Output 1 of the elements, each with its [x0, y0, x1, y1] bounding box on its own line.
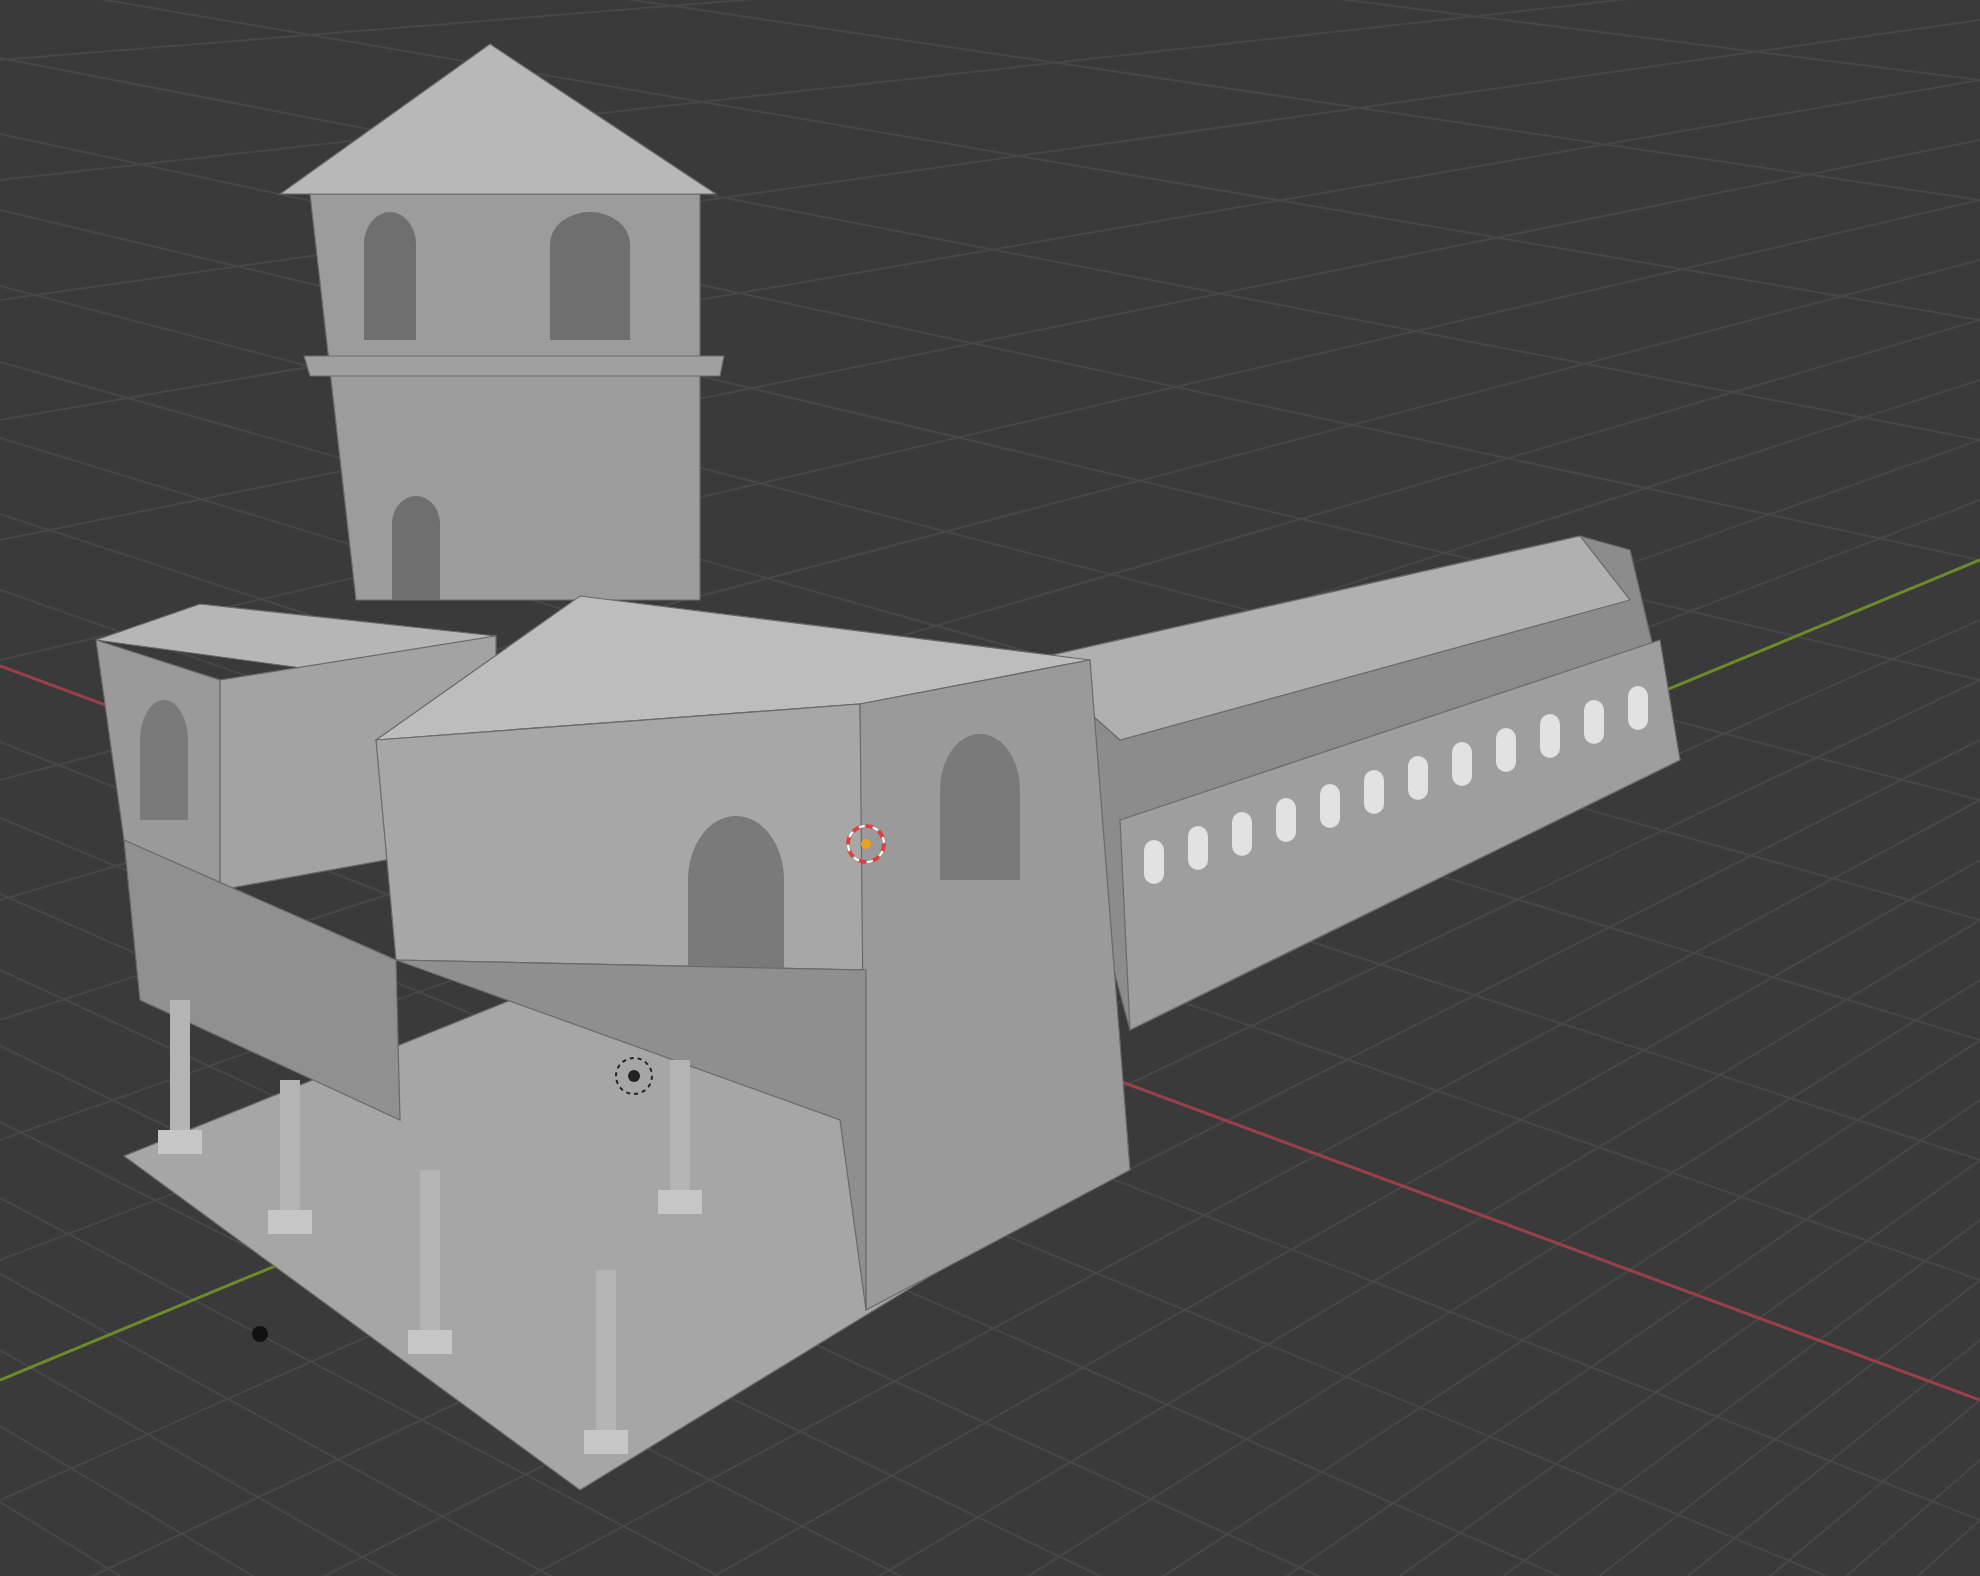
light-icon	[615, 1057, 653, 1095]
